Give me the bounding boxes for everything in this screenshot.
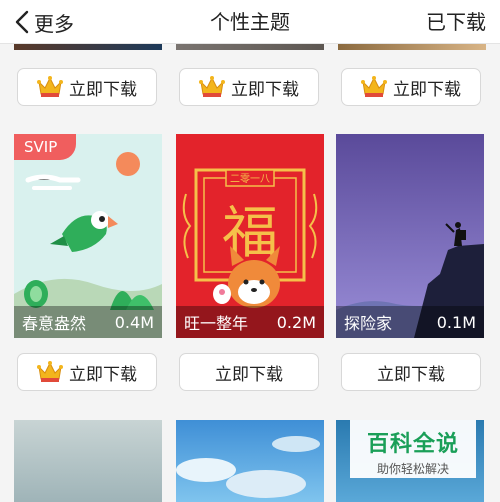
- theme-caption: 旺一整年 0.2M: [176, 306, 324, 338]
- downloaded-link[interactable]: 已下载: [426, 8, 486, 36]
- watermark-logo: 百科全说 助你轻松解决: [350, 420, 476, 478]
- theme-name: 探险家: [344, 314, 393, 333]
- download-button[interactable]: 立即下载: [17, 353, 157, 391]
- watermark-title: 百科全说: [366, 432, 459, 457]
- svip-badge: SVIP: [14, 134, 76, 160]
- theme-name: 春意盎然: [22, 314, 87, 333]
- theme-thumbnail-partial[interactable]: [14, 420, 162, 502]
- crown-icon: [37, 76, 63, 97]
- download-button[interactable]: 立即下载: [179, 353, 319, 391]
- download-button[interactable]: 立即下载: [17, 68, 157, 106]
- crown-icon: [199, 76, 225, 97]
- theme-thumbnail-partial[interactable]: [176, 420, 324, 502]
- fu-character: 福: [222, 201, 278, 266]
- download-label: 立即下载: [215, 364, 283, 385]
- nav-bar: 更多 个性主题 已下载: [0, 0, 500, 44]
- download-label: 立即下载: [231, 79, 299, 100]
- theme-name: 旺一整年: [184, 314, 249, 333]
- new-year-banner: 二零一八: [230, 173, 270, 185]
- theme-thumbnail-partial[interactable]: [338, 44, 486, 50]
- download-button[interactable]: 立即下载: [341, 68, 481, 106]
- download-button[interactable]: 立即下载: [341, 353, 481, 391]
- download-label: 立即下载: [393, 79, 461, 100]
- clouds-illustration: [176, 436, 320, 498]
- download-button[interactable]: 立即下载: [179, 68, 319, 106]
- download-label: 立即下载: [69, 364, 137, 385]
- crown-icon: [361, 76, 387, 97]
- theme-caption: 探险家 0.1M: [336, 306, 484, 338]
- theme-size: 0.1M: [436, 312, 476, 332]
- download-label: 立即下载: [69, 79, 137, 100]
- theme-size: 0.2M: [276, 312, 316, 332]
- crown-icon: [37, 361, 63, 382]
- theme-card-spring[interactable]: SVIP 春意盎然 0.4M: [14, 134, 162, 338]
- page-title: 个性主题: [210, 10, 290, 34]
- theme-thumbnail-partial[interactable]: [14, 44, 162, 50]
- theme-thumbnail-partial[interactable]: [176, 44, 324, 50]
- watermark-subtitle: 助你轻松解决: [376, 462, 449, 476]
- download-label: 立即下载: [377, 364, 445, 385]
- theme-caption: 春意盎然 0.4M: [14, 306, 162, 338]
- theme-size: 0.4M: [114, 312, 154, 332]
- theme-card-explorer[interactable]: 探险家 0.1M: [336, 134, 484, 338]
- theme-card-new-year[interactable]: 二零一八 福 旺一整年 0.2M: [176, 134, 324, 338]
